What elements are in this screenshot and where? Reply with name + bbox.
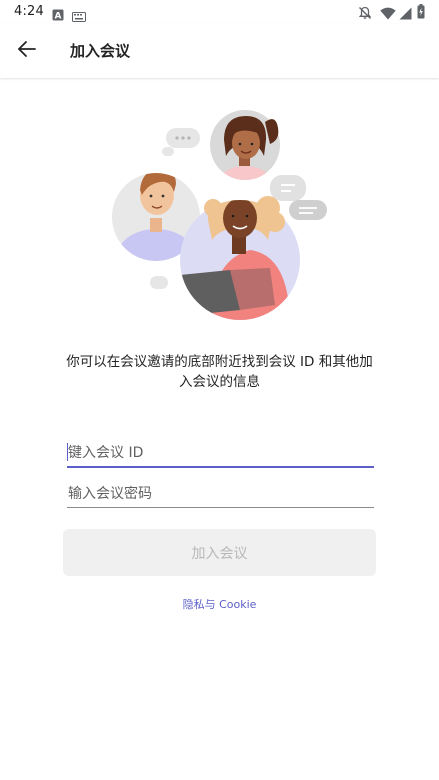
svg-text:A: A	[55, 12, 62, 22]
signal-icon	[399, 5, 412, 24]
people-meeting-illustration	[100, 100, 340, 330]
join-instructions-text: 你可以在会议邀请的底部附近找到会议 ID 和其他加入会议的信息	[66, 354, 373, 390]
join-meeting-button[interactable]: 加入会议	[63, 529, 376, 576]
page-title: 加入会议	[70, 42, 131, 60]
status-time: 4:24	[14, 4, 44, 19]
notifications-off-icon	[358, 5, 372, 24]
chat-bubble-icon	[162, 128, 200, 156]
notification-a-icon: A	[52, 6, 64, 25]
battery-icon	[417, 4, 425, 23]
wifi-icon	[380, 5, 396, 24]
text-cursor	[67, 443, 68, 461]
woman-avatar	[210, 110, 280, 180]
small-bubble-icon	[150, 276, 168, 289]
arrow-left-icon	[17, 39, 37, 63]
meeting-password-input[interactable]	[67, 481, 374, 508]
status-bar: 4:24 A	[0, 0, 439, 24]
meeting-id-input[interactable]	[67, 440, 374, 468]
back-button[interactable]	[8, 32, 46, 70]
join-meeting-screen: 4:24 A 加入会议 你可以在会议邀请的底部附近找到会议 ID 和其他加入会议…	[0, 0, 439, 780]
app-bar: 加入会议	[0, 24, 439, 78]
privacy-cookie-link[interactable]: 隐私与 Cookie	[0, 596, 439, 612]
